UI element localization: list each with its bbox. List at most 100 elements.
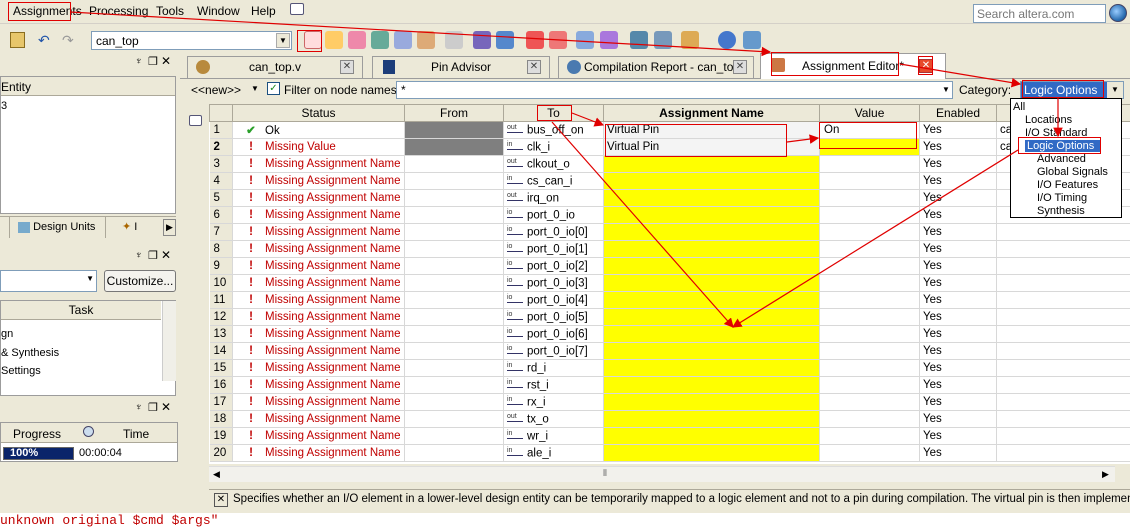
table-row[interactable]: 20! Missing Assignment Name in ale_i Yes [209, 444, 1130, 462]
to-cell[interactable]: io port_0_io[0] [503, 223, 604, 241]
timing-icon[interactable] [526, 31, 544, 49]
time-column-header[interactable]: Time [123, 427, 149, 441]
whats-this-toolbar-icon[interactable] [743, 31, 761, 49]
row-number-cell[interactable]: 10 [209, 274, 233, 292]
category-item[interactable]: Synthesis [1037, 205, 1085, 217]
rtl-viewer-icon[interactable] [371, 31, 389, 49]
enabled-cell[interactable]: Yes [919, 342, 997, 360]
programmer-icon[interactable] [630, 31, 648, 49]
row-number-cell[interactable]: 17 [209, 393, 233, 411]
entity-column-header[interactable]: Entity [1, 77, 175, 96]
category-item[interactable]: Locations [1025, 114, 1072, 126]
enabled-cell[interactable]: Yes [919, 444, 997, 462]
assignment-name-cell[interactable] [603, 342, 820, 360]
pin-icon[interactable]: ♆ [135, 250, 143, 261]
value-cell[interactable] [819, 155, 920, 173]
category-item[interactable]: Global Signals [1037, 166, 1108, 178]
table-row[interactable]: 19! Missing Assignment Name in wr_i Yes [209, 427, 1130, 445]
enabled-cell[interactable]: Yes [919, 427, 997, 445]
float-icon[interactable]: ❐ [148, 249, 158, 262]
chevron-down-icon[interactable]: ▼ [942, 85, 950, 94]
table-row[interactable]: 6! Missing Assignment Name io port_0_io Yes [209, 206, 1130, 224]
power-icon[interactable] [600, 31, 618, 49]
pin-icon[interactable]: ♆ [135, 402, 143, 413]
pin-icon[interactable]: ♆ [135, 56, 143, 67]
from-cell[interactable] [404, 257, 504, 275]
assignment-name-cell[interactable] [603, 257, 820, 275]
value-cell[interactable] [819, 189, 920, 207]
from-cell[interactable] [404, 444, 504, 462]
assignment-name-cell[interactable] [603, 393, 820, 411]
to-cell[interactable]: in ale_i [503, 444, 604, 462]
table-row[interactable]: 17! Missing Assignment Name in rx_i Yes [209, 393, 1130, 411]
enabled-cell[interactable]: Yes [919, 274, 997, 292]
from-cell[interactable] [404, 206, 504, 224]
enabled-cell[interactable]: Yes [919, 121, 997, 139]
assignment-name-cell[interactable] [603, 427, 820, 445]
scroll-thumb-grip[interactable]: ⦀ [603, 468, 607, 479]
close-tab-icon[interactable]: ✕ [340, 60, 354, 74]
from-header[interactable]: From [404, 104, 504, 122]
value-cell[interactable] [819, 444, 920, 462]
to-cell[interactable]: io port_0_io [503, 206, 604, 224]
horizontal-scrollbar[interactable]: ◀ ⦀ ▶ [209, 466, 1115, 482]
scroll-right-arrow[interactable]: ▶ [1102, 469, 1109, 480]
enabled-cell[interactable]: Yes [919, 257, 997, 275]
to-cell[interactable]: io port_0_io[6] [503, 325, 604, 343]
to-cell[interactable]: out clkout_o [503, 155, 604, 173]
category-item[interactable]: I/O Features [1037, 179, 1098, 191]
menu-tools[interactable]: Tools [156, 4, 184, 18]
value-cell[interactable] [819, 206, 920, 224]
row-number-cell[interactable]: 14 [209, 342, 233, 360]
enabled-cell[interactable]: Yes [919, 308, 997, 326]
customize-button[interactable]: Customize... [104, 270, 176, 292]
from-cell[interactable] [404, 427, 504, 445]
from-cell[interactable] [404, 325, 504, 343]
assignment-name-cell[interactable] [603, 291, 820, 309]
row-number-cell[interactable]: 11 [209, 291, 233, 309]
value-cell[interactable] [819, 291, 920, 309]
row-number-cell[interactable]: 3 [209, 155, 233, 173]
sopc-icon[interactable] [681, 31, 699, 49]
table-row[interactable]: 16! Missing Assignment Name in rst_i Yes [209, 376, 1130, 394]
assignment-name-cell[interactable] [603, 240, 820, 258]
task-item[interactable]: Settings [1, 365, 41, 377]
table-row[interactable]: 11! Missing Assignment Name io port_0_io[4]… [209, 291, 1130, 309]
enabled-cell[interactable]: Yes [919, 359, 997, 377]
chevron-down-icon[interactable]: ▼ [276, 33, 290, 48]
task-item[interactable]: gn [1, 328, 13, 340]
table-row[interactable]: 4! Missing Assignment Name in cs_can_i Yes [209, 172, 1130, 190]
settings-icon[interactable] [325, 31, 343, 49]
row-number-cell[interactable]: 5 [209, 189, 233, 207]
to-cell[interactable]: out bus_off_on [503, 121, 604, 139]
value-cell[interactable] [819, 376, 920, 394]
to-cell[interactable]: in rst_i [503, 376, 604, 394]
enabled-cell[interactable]: Yes [919, 291, 997, 309]
start-compilation-icon[interactable] [473, 31, 491, 49]
enabled-header[interactable]: Enabled [919, 104, 997, 122]
enabled-cell[interactable]: Yes [919, 325, 997, 343]
row-number-cell[interactable]: 6 [209, 206, 233, 224]
enabled-cell[interactable]: Yes [919, 206, 997, 224]
enabled-cell[interactable]: Yes [919, 138, 997, 156]
menu-help[interactable]: Help [251, 4, 276, 18]
row-number-cell[interactable]: 4 [209, 172, 233, 190]
new-assignment-dropdown[interactable]: <<new>> [191, 83, 241, 97]
value-cell[interactable] [819, 342, 920, 360]
row-number-cell[interactable]: 8 [209, 240, 233, 258]
chevron-down-icon[interactable]: ▼ [251, 84, 259, 93]
comment-icon[interactable] [189, 115, 202, 126]
row-number-cell[interactable]: 20 [209, 444, 233, 462]
table-row[interactable]: 9! Missing Assignment Name io port_0_io[2] Y… [209, 257, 1130, 275]
assignment-name-cell[interactable] [603, 223, 820, 241]
assignment-name-cell[interactable] [603, 155, 820, 173]
from-cell[interactable] [404, 342, 504, 360]
timequest-icon[interactable] [549, 31, 567, 49]
from-cell[interactable] [404, 155, 504, 173]
float-icon[interactable]: ❐ [148, 55, 158, 68]
value-cell[interactable] [819, 410, 920, 428]
task-item[interactable]: & Synthesis [1, 347, 59, 359]
globe-icon[interactable] [1109, 4, 1127, 22]
value-header[interactable]: Value [819, 104, 920, 122]
netlist-icon[interactable] [576, 31, 594, 49]
